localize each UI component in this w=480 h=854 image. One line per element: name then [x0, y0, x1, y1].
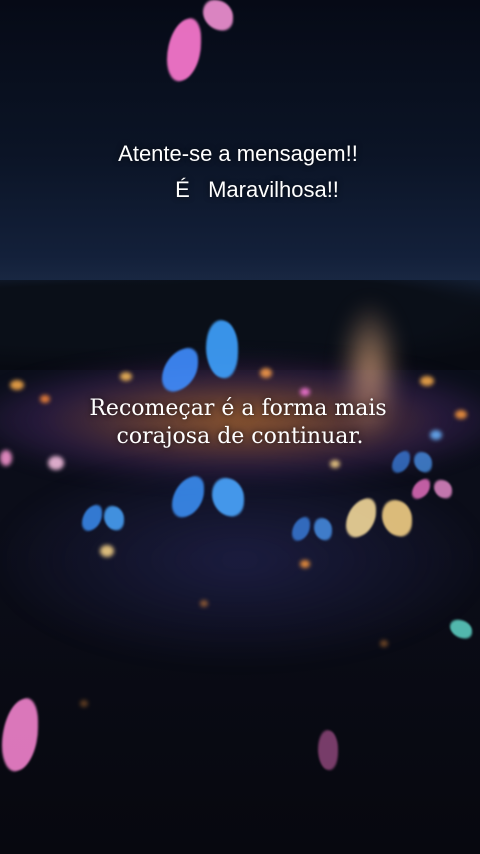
- overlay-title-line2: É Maravilhosa!!: [175, 177, 339, 202]
- butterfly-gold: [344, 495, 414, 544]
- bokeh-dot: [330, 460, 340, 468]
- butterfly-pink: [410, 477, 454, 504]
- butterfly-pink-faint: [300, 726, 340, 780]
- bokeh-dot: [380, 640, 388, 647]
- bokeh-dot: [420, 376, 434, 386]
- butterfly-blue: [160, 314, 240, 396]
- bokeh-dot: [0, 450, 12, 466]
- butterfly-teal: [440, 616, 474, 644]
- quote-line2: corajosa de continuar.: [116, 424, 364, 449]
- butterfly-blue: [390, 449, 434, 480]
- bokeh-dot: [48, 456, 64, 470]
- butterfly-pink-bottom: [0, 690, 60, 780]
- butterfly-blue: [170, 472, 246, 524]
- overlay-title-line1: Atente-se a mensagem!!: [118, 141, 358, 166]
- bokeh-dot: [260, 368, 272, 378]
- bokeh-dot: [200, 600, 208, 607]
- tree-silhouette: [0, 280, 480, 370]
- quote-line1: Recomeçar é a forma mais: [89, 396, 387, 421]
- butterfly-pink-top: [165, 0, 235, 86]
- bokeh-dot: [80, 700, 88, 707]
- butterfly-blue: [80, 502, 126, 536]
- bokeh-dot: [300, 388, 310, 396]
- butterfly-blue: [290, 515, 334, 546]
- bokeh-dot: [120, 372, 132, 381]
- bokeh-dot: [300, 560, 310, 568]
- bokeh-dot: [100, 545, 114, 557]
- bokeh-dot: [10, 380, 24, 390]
